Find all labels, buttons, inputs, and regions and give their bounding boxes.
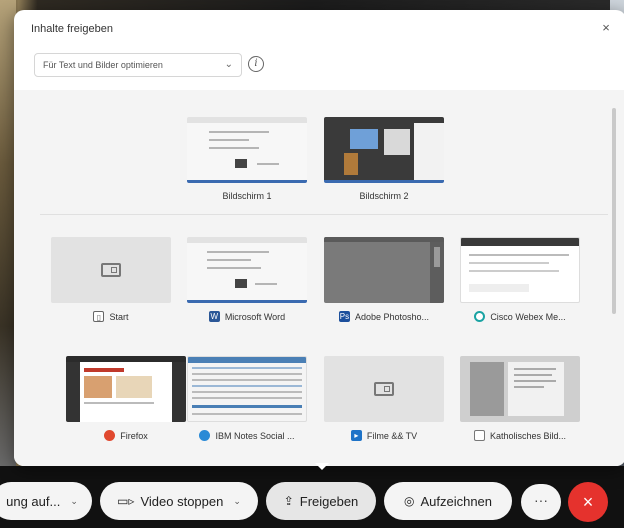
optimize-select[interactable]: Für Text und Bilder optimieren ⌄ <box>34 53 242 77</box>
screen-tile-1[interactable]: Bildschirm 1 <box>187 117 307 207</box>
optimize-select-value: Für Text und Bilder optimieren <box>43 60 163 70</box>
app-katholisches-thumbnail <box>460 356 580 422</box>
window-icon: ▯ <box>93 311 105 322</box>
firefox-icon <box>104 430 116 441</box>
app-tile-ibm-notes[interactable]: IBM Notes Social ... <box>187 356 307 446</box>
webex-icon <box>474 311 486 322</box>
close-button[interactable]: × <box>597 19 615 37</box>
app-tile-start[interactable]: ▯ Start <box>51 237 171 327</box>
stop-video-label: Video stoppen <box>140 493 224 509</box>
more-options-button[interactable]: ··· <box>521 484 561 520</box>
share-button[interactable]: ⇪ Freigeben <box>266 482 376 520</box>
chevron-down-icon[interactable]: ⌄ <box>70 496 78 507</box>
audio-button-label: ung auf... <box>6 493 61 509</box>
app-movies-tv-label: ▸ Filme && TV <box>324 430 444 441</box>
dialog-title: Inhalte freigeben <box>31 23 113 35</box>
app-katholisches-label: Katholisches Bild... <box>460 430 580 441</box>
app-ibm-notes-label: IBM Notes Social ... <box>187 430 307 441</box>
app-start-label: ▯ Start <box>51 311 171 322</box>
video-camera-icon: ▭▹ <box>117 494 135 508</box>
app-webex-label: Cisco Webex Me... <box>460 311 580 322</box>
screen-2-label: Bildschirm 2 <box>359 191 409 201</box>
record-icon: ◎ <box>403 494 415 508</box>
movies-tv-icon: ▸ <box>350 430 362 441</box>
share-label: Freigeben <box>299 493 359 509</box>
record-button[interactable]: ◎ Aufzeichnen <box>384 482 512 520</box>
stop-video-button[interactable]: ▭▹ Video stoppen ⌄ <box>100 482 258 520</box>
screen-tile-2[interactable]: Bildschirm 2 <box>324 117 444 207</box>
window-icon <box>374 382 394 396</box>
share-icon: ⇪ <box>283 494 294 508</box>
app-tile-word[interactable]: W Microsoft Word <box>187 237 307 327</box>
app-photoshop-thumbnail <box>324 237 444 303</box>
end-call-button[interactable]: × <box>568 482 608 522</box>
record-label: Aufzeichnen <box>420 493 493 509</box>
app-word-label: W Microsoft Word <box>208 311 286 322</box>
window-icon <box>101 263 121 277</box>
app-ibm-notes-thumbnail <box>187 356 307 422</box>
app-movies-tv-thumbnail <box>324 356 444 422</box>
app-word-thumbnail <box>187 237 307 303</box>
app-start-thumbnail <box>51 237 171 303</box>
window-outline-icon <box>473 430 485 441</box>
audio-button[interactable]: ung auf... ⌄ <box>0 482 92 520</box>
chevron-down-icon[interactable]: ⌄ <box>233 496 241 507</box>
info-icon[interactable]: i <box>248 56 264 72</box>
share-content-dialog: Inhalte freigeben × Für Text und Bilder … <box>14 10 624 466</box>
app-tile-movies-tv[interactable]: ▸ Filme && TV <box>324 356 444 446</box>
app-photoshop-label: Ps Adobe Photosho... <box>338 311 430 322</box>
app-tile-photoshop[interactable]: Ps Adobe Photosho... <box>324 237 444 327</box>
section-divider <box>40 214 608 215</box>
app-tile-webex[interactable]: Cisco Webex Me... <box>460 237 580 327</box>
app-tile-katholisches[interactable]: Katholisches Bild... <box>460 356 580 446</box>
share-options-area: Bildschirm 1 Bildschirm 2 ▯ Start W Micr… <box>14 90 624 466</box>
word-icon: W <box>208 311 220 322</box>
screen-1-label: Bildschirm 1 <box>222 191 272 201</box>
app-firefox-thumbnail <box>66 356 186 422</box>
scrollbar[interactable] <box>612 108 616 314</box>
screen-2-thumbnail <box>324 117 444 183</box>
dialog-pointer <box>315 463 329 470</box>
chevron-down-icon: ⌄ <box>224 59 233 70</box>
app-tile-firefox[interactable]: Firefox <box>66 356 186 446</box>
app-firefox-label: Firefox <box>66 430 186 441</box>
photoshop-icon: Ps <box>338 311 350 322</box>
ibm-notes-icon <box>199 430 211 441</box>
app-webex-thumbnail <box>460 237 580 303</box>
screen-1-thumbnail <box>187 117 307 183</box>
